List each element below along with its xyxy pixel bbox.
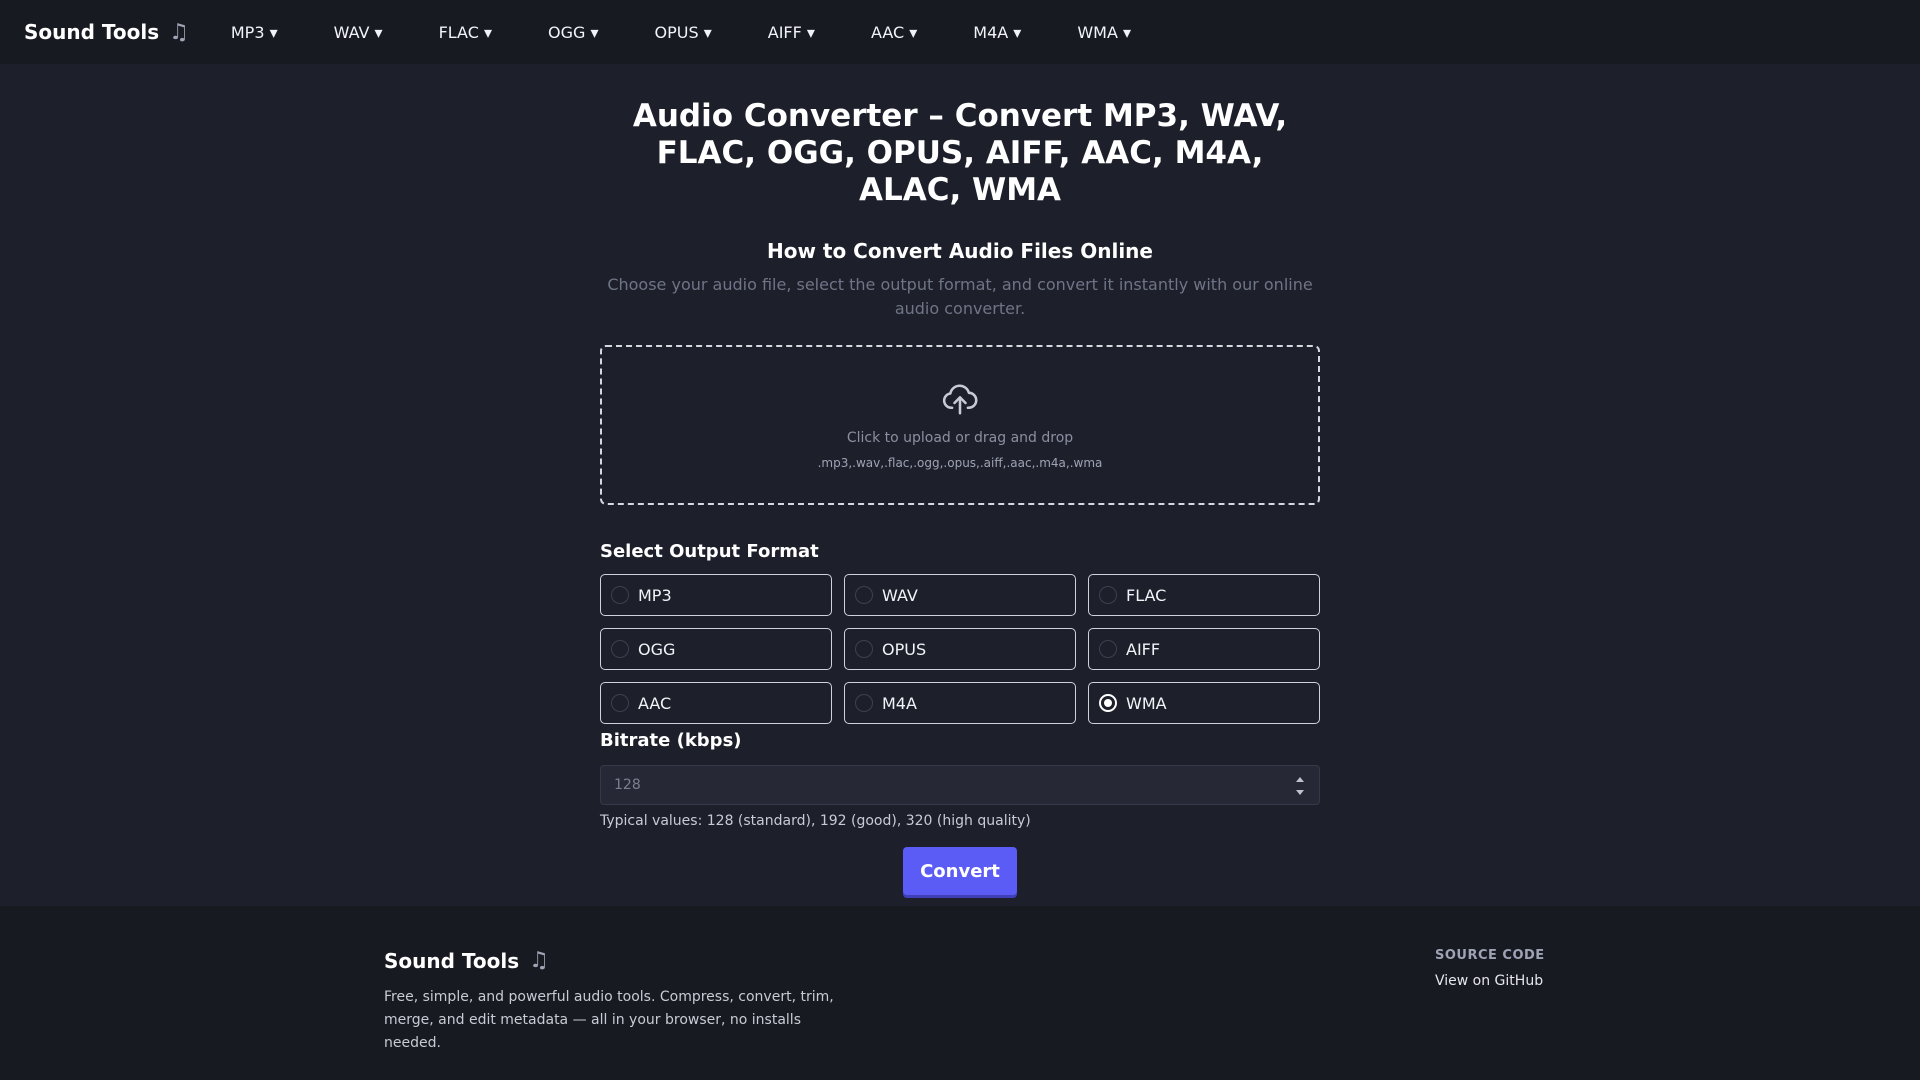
- nav-item-ogg[interactable]: OGG ▾: [520, 23, 627, 42]
- cloud-upload-icon: [942, 384, 978, 415]
- format-label: M4A: [882, 693, 917, 713]
- radio-button[interactable]: [1099, 586, 1117, 604]
- nav-item-aiff[interactable]: AIFF ▾: [740, 23, 843, 42]
- nav-item-opus[interactable]: OPUS ▾: [627, 23, 740, 42]
- radio-button[interactable]: [855, 586, 873, 604]
- format-label: WAV: [882, 585, 918, 605]
- format-label: OPUS: [882, 639, 927, 659]
- format-option-flac[interactable]: FLAC: [1088, 574, 1320, 616]
- main-content: Audio Converter – Convert MP3, WAV, FLAC…: [600, 64, 1320, 895]
- footer-source-column: SOURCE CODE View on GitHub: [1435, 948, 1545, 989]
- top-navbar: Sound Tools ♫ MP3 ▾ WAV ▾ FLAC ▾ OGG ▾ O…: [0, 0, 1920, 64]
- music-note-icon: ♫: [169, 19, 189, 45]
- nav-item-wma[interactable]: WMA ▾: [1049, 23, 1159, 42]
- format-label: WMA: [1126, 693, 1167, 713]
- radio-button[interactable]: [855, 694, 873, 712]
- radio-button[interactable]: [611, 694, 629, 712]
- format-nav: MP3 ▾ WAV ▾ FLAC ▾ OGG ▾ OPUS ▾ AIFF ▾ A…: [211, 23, 1159, 42]
- bitrate-input[interactable]: [601, 766, 1319, 804]
- music-note-icon: ♫: [529, 948, 549, 973]
- stepper-down-icon[interactable]: [1296, 790, 1304, 795]
- upload-instruction: Click to upload or drag and drop: [846, 430, 1074, 446]
- format-option-wav[interactable]: WAV: [844, 574, 1076, 616]
- format-option-mp3[interactable]: MP3: [600, 574, 832, 616]
- format-option-aac[interactable]: AAC: [600, 682, 832, 724]
- nav-item-m4a[interactable]: M4A ▾: [945, 23, 1049, 42]
- bitrate-stepper[interactable]: [1295, 777, 1305, 795]
- format-option-ogg[interactable]: OGG: [600, 628, 832, 670]
- footer-source-title: SOURCE CODE: [1435, 948, 1545, 963]
- brand-logo[interactable]: Sound Tools ♫: [24, 20, 189, 45]
- radio-button[interactable]: [1099, 640, 1117, 658]
- format-label: FLAC: [1126, 585, 1167, 605]
- convert-button[interactable]: Convert: [903, 847, 1017, 895]
- nav-item-wav[interactable]: WAV ▾: [306, 23, 411, 42]
- footer-brand: Sound Tools ♫: [384, 948, 549, 973]
- format-option-m4a[interactable]: M4A: [844, 682, 1076, 724]
- page-footer: Sound Tools ♫ Free, simple, and powerful…: [0, 906, 1920, 1080]
- accepted-file-types: .mp3,.wav,.flac,.ogg,.opus,.aiff,.aac,.m…: [817, 456, 1103, 470]
- footer-brand-name: Sound Tools: [384, 948, 520, 973]
- format-option-wma[interactable]: WMA: [1088, 682, 1320, 724]
- brand-name: Sound Tools: [24, 20, 160, 44]
- nav-item-aac[interactable]: AAC ▾: [843, 23, 945, 42]
- radio-button[interactable]: [611, 640, 629, 658]
- bitrate-hint: Typical values: 128 (standard), 192 (goo…: [600, 813, 1031, 829]
- radio-button[interactable]: [855, 640, 873, 658]
- nav-item-mp3[interactable]: MP3 ▾: [211, 23, 306, 42]
- format-label: OGG: [638, 639, 676, 659]
- format-label: AAC: [638, 693, 672, 713]
- format-option-aiff[interactable]: AIFF: [1088, 628, 1320, 670]
- bitrate-field: [600, 765, 1320, 805]
- output-format-title: Select Output Format: [600, 541, 819, 562]
- format-label: MP3: [638, 585, 672, 605]
- radio-button[interactable]: [611, 586, 629, 604]
- bitrate-title: Bitrate (kbps): [600, 730, 742, 751]
- how-to-description: Choose your audio file, select the outpu…: [607, 275, 1313, 318]
- page-title: Audio Converter – Convert MP3, WAV, FLAC…: [632, 98, 1288, 208]
- github-link[interactable]: View on GitHub: [1435, 973, 1545, 989]
- upload-dropzone[interactable]: Click to upload or drag and drop .mp3,.w…: [600, 345, 1320, 505]
- stepper-up-icon[interactable]: [1296, 777, 1304, 782]
- format-label: AIFF: [1126, 639, 1161, 659]
- how-to-title: How to Convert Audio Files Online: [767, 239, 1153, 263]
- format-option-opus[interactable]: OPUS: [844, 628, 1076, 670]
- footer-description: Free, simple, and powerful audio tools. …: [384, 989, 834, 1051]
- nav-item-flac[interactable]: FLAC ▾: [411, 23, 520, 42]
- radio-button-selected[interactable]: [1099, 694, 1117, 712]
- format-options-grid: MP3 WAV FLAC OGG OPUS AIFF AAC M4A WMA: [600, 574, 1320, 724]
